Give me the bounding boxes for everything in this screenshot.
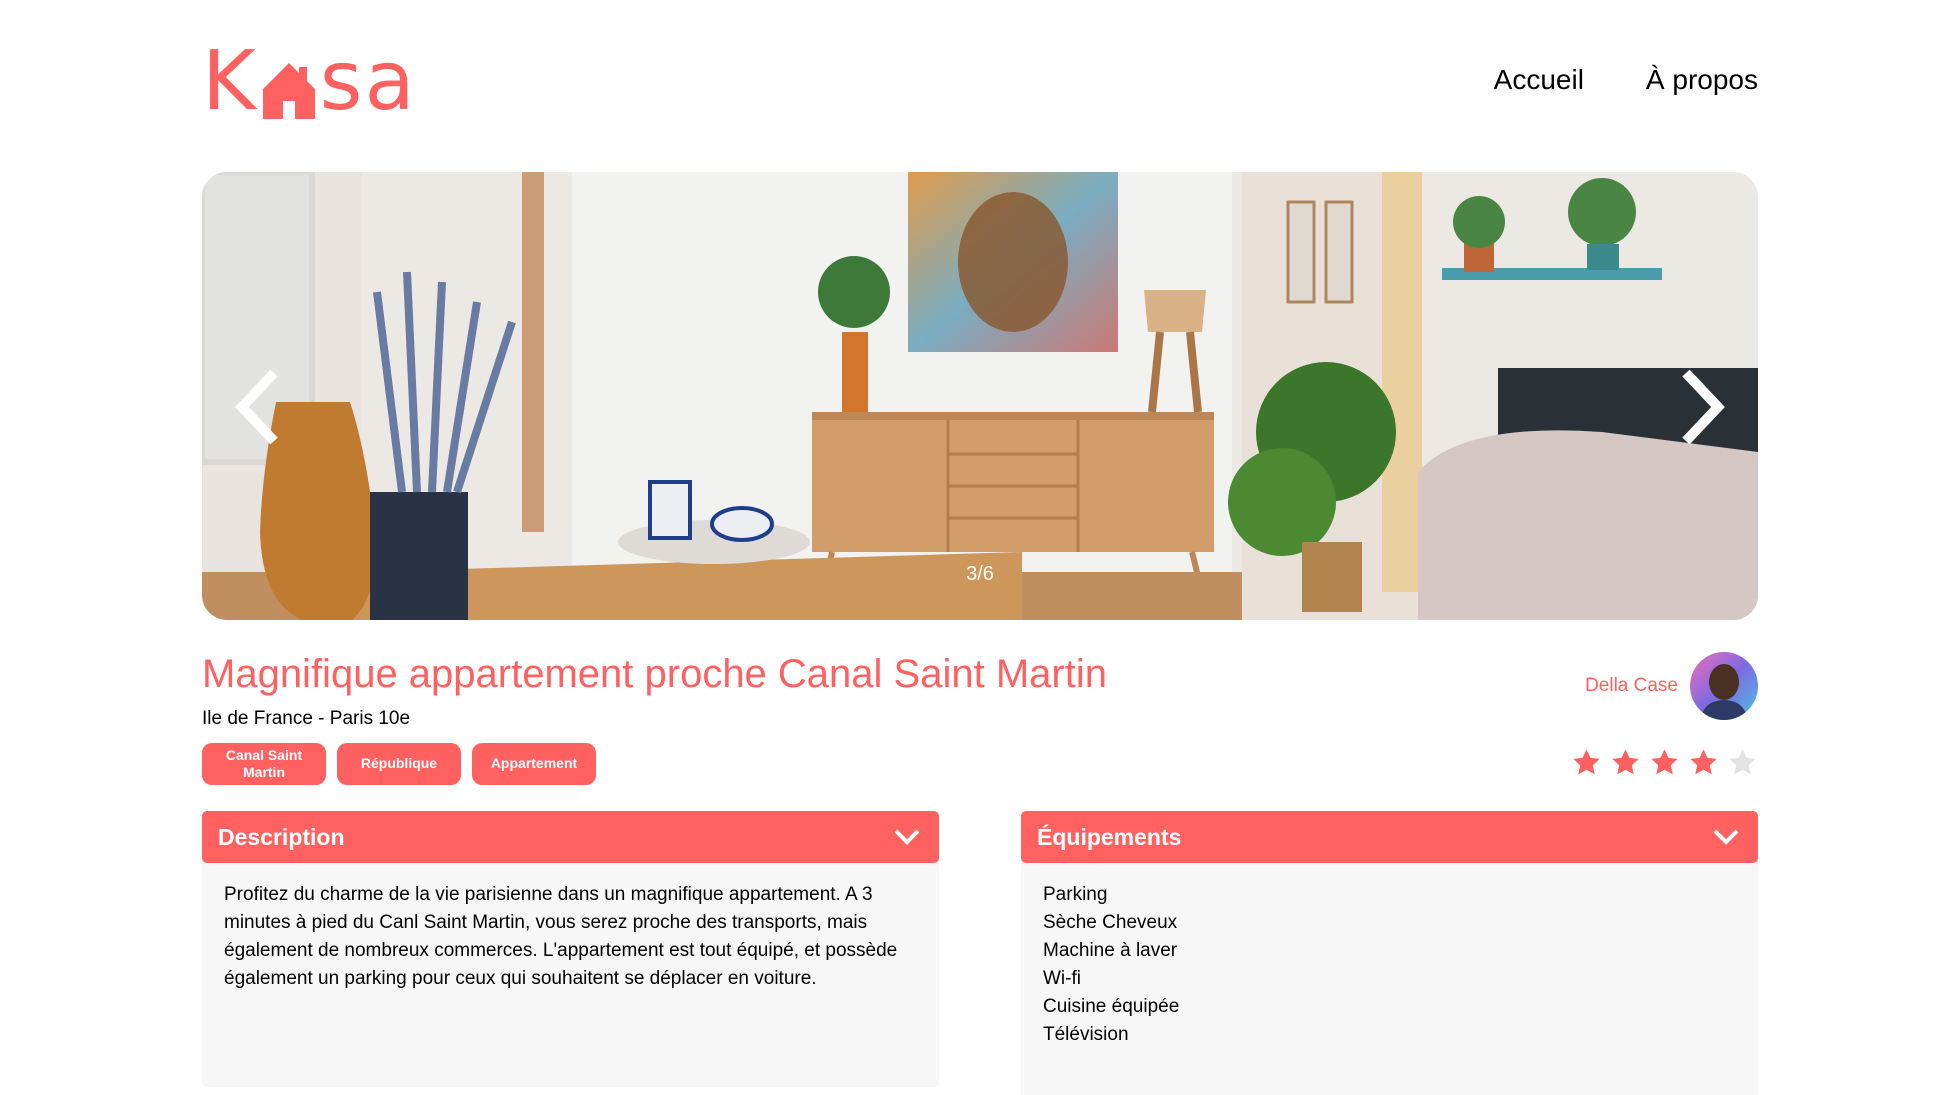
equipments-collapse: Équipements Parking Sèche Cheveux Machin… bbox=[1021, 811, 1758, 1095]
apartment-photo bbox=[202, 172, 1758, 620]
description-collapse-header[interactable]: Description bbox=[202, 811, 939, 863]
chevron-down-icon[interactable] bbox=[893, 828, 921, 846]
image-carousel: 3/6 bbox=[202, 172, 1758, 620]
star-icon bbox=[1651, 749, 1678, 775]
equipments-title: Équipements bbox=[1037, 823, 1182, 850]
listing-location: Ile de France - Paris 10e bbox=[202, 708, 411, 729]
rating-stars bbox=[1571, 747, 1758, 778]
chevron-down-icon[interactable] bbox=[1712, 828, 1740, 846]
tag-list: Canal Saint Martin République Appartemen… bbox=[202, 743, 596, 785]
description-body: Profitez du charme de la vie parisienne … bbox=[202, 857, 939, 1087]
equipment-item: Sèche Cheveux bbox=[1043, 912, 1178, 933]
house-icon bbox=[260, 49, 318, 123]
header: K sa Accueil À propos bbox=[202, 40, 1758, 130]
equipments-collapse-header[interactable]: Équipements bbox=[1021, 811, 1758, 863]
chevron-left-icon bbox=[235, 369, 278, 445]
host-info: Della Case bbox=[1585, 652, 1758, 720]
carousel-prev-button[interactable] bbox=[222, 362, 292, 452]
equipment-item: Cuisine équipée bbox=[1043, 996, 1180, 1017]
description-text: Profitez du charme de la vie parisienne … bbox=[224, 884, 898, 989]
description-collapse: Description Profitez du charme de la vie… bbox=[202, 811, 939, 1087]
description-title: Description bbox=[218, 823, 345, 850]
tag-appartement: Appartement bbox=[472, 743, 596, 785]
listing-title: Magnifique appartement proche Canal Sain… bbox=[202, 652, 1107, 696]
equipment-item: Télévision bbox=[1043, 1024, 1129, 1045]
logo-letters-sa: sa bbox=[319, 34, 417, 129]
equipment-item: Parking bbox=[1043, 884, 1108, 905]
star-icon bbox=[1573, 749, 1600, 775]
equipment-list: Parking Sèche Cheveux Machine à laver Wi… bbox=[1043, 881, 1736, 1049]
star-icon bbox=[1612, 749, 1639, 775]
equipment-item: Wi-fi bbox=[1043, 968, 1081, 989]
equipment-item: Machine à laver bbox=[1043, 940, 1178, 961]
tag-canal-saint-martin: Canal Saint Martin bbox=[202, 743, 326, 785]
equipments-body: Parking Sèche Cheveux Machine à laver Wi… bbox=[1021, 857, 1758, 1095]
carousel-counter: 3/6 bbox=[966, 563, 994, 585]
chevron-right-icon bbox=[1682, 369, 1725, 445]
main-nav: Accueil À propos bbox=[1494, 64, 1758, 96]
kasa-logo[interactable]: K sa bbox=[202, 40, 417, 124]
logo-letter-k: K bbox=[202, 34, 258, 129]
nav-link-home[interactable]: Accueil bbox=[1494, 64, 1584, 96]
carousel-next-button[interactable] bbox=[1668, 362, 1738, 452]
host-name: Della Case bbox=[1585, 675, 1678, 696]
star-icon bbox=[1690, 749, 1717, 775]
tag-republique: République bbox=[337, 743, 461, 785]
nav-link-about[interactable]: À propos bbox=[1646, 64, 1758, 96]
star-icon-empty bbox=[1729, 749, 1756, 775]
host-avatar bbox=[1690, 652, 1758, 720]
